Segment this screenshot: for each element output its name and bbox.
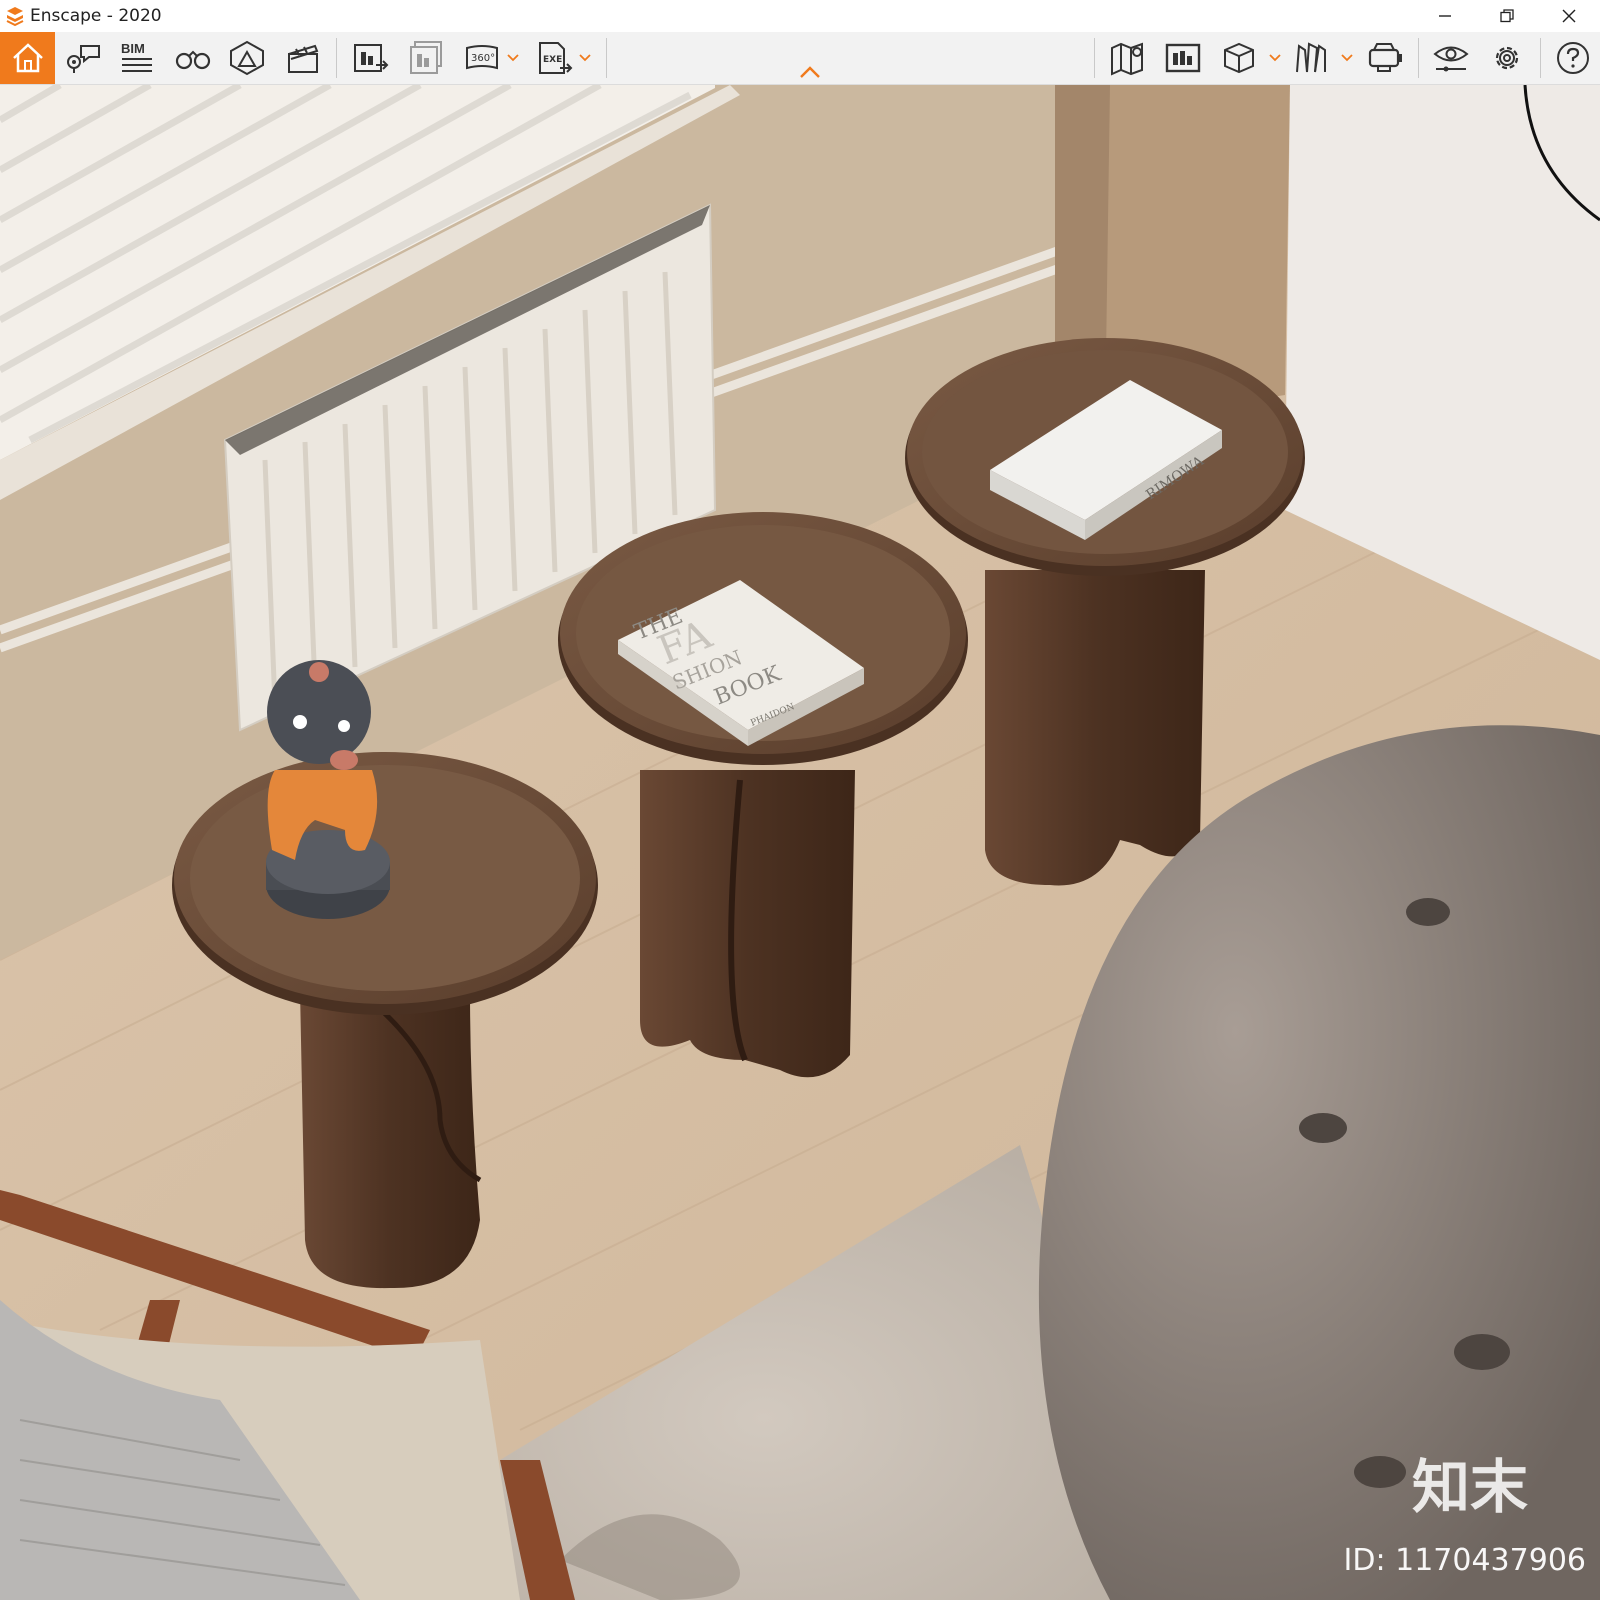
title-bar: Enscape - 2020: [0, 0, 1600, 32]
watermark-id: ID: 1170437906: [1343, 1543, 1586, 1578]
home-icon: [12, 43, 43, 73]
chevron-down-icon: [1269, 54, 1281, 62]
batch-export-icon: [410, 41, 442, 74]
help-button[interactable]: [1552, 38, 1594, 78]
exe-export-button[interactable]: EXE: [534, 38, 576, 78]
minimize-button[interactable]: [1414, 0, 1476, 32]
toolbar-separator: [336, 38, 337, 78]
enscape-logo-icon: [6, 7, 24, 27]
clapperboard-icon: [288, 44, 319, 73]
toolbar-separator: [1418, 38, 1419, 78]
panorama-360-icon: 360°: [466, 45, 498, 70]
enscape-toolbar: BIM 360° EXE: [0, 32, 1600, 85]
vr-headset-icon: [1368, 43, 1402, 72]
toolbar-separator: [1540, 38, 1541, 78]
exe-dropdown[interactable]: [578, 38, 592, 78]
material-dropdown[interactable]: [1340, 38, 1354, 78]
material-button[interactable]: [1290, 38, 1332, 78]
settings-button[interactable]: [1486, 38, 1528, 78]
chevron-down-icon: [579, 54, 591, 62]
asset-library-button[interactable]: [1162, 38, 1204, 78]
gear-icon: [1495, 46, 1519, 70]
box-dropdown[interactable]: [1268, 38, 1282, 78]
bim-label: BIM: [121, 41, 145, 56]
map-button[interactable]: [1106, 38, 1148, 78]
vr-button[interactable]: [1364, 38, 1406, 78]
views-button[interactable]: [62, 38, 104, 78]
toolbar-separator: [1094, 38, 1095, 78]
render-viewport[interactable]: RIMOWA THE FA SHION BOOK PHAIDON 知末 ID: …: [0, 85, 1600, 1600]
chevron-down-icon: [507, 54, 519, 62]
binoculars-icon: [175, 50, 211, 70]
exe-export-icon: EXE: [539, 42, 573, 74]
video-editor-button[interactable]: [282, 38, 324, 78]
screenshot-export-button[interactable]: [350, 38, 392, 78]
visual-settings-button[interactable]: [1430, 38, 1472, 78]
batch-export-button[interactable]: [406, 38, 448, 78]
restore-button[interactable]: [1476, 0, 1538, 32]
map-pin-chat-icon: [67, 45, 100, 73]
watermark-brand: 知末: [1411, 1453, 1528, 1521]
collapse-toolbar-button[interactable]: [796, 60, 824, 84]
window-controls: [1414, 0, 1600, 32]
chevron-up-icon: [800, 66, 820, 78]
render-export-icon: [354, 44, 389, 72]
cube-icon: [1224, 42, 1254, 74]
binoculars-button[interactable]: [172, 38, 214, 78]
chevron-down-icon: [1341, 54, 1353, 62]
exe-label: EXE: [543, 55, 562, 65]
panorama-dropdown[interactable]: [506, 38, 520, 78]
mountain-icon: [230, 40, 264, 76]
eye-icon: [1433, 46, 1469, 72]
material-icon: [1296, 42, 1326, 73]
panorama-label: 360°: [471, 53, 495, 64]
atmosphere-button[interactable]: [226, 38, 268, 78]
help-icon: [1557, 42, 1589, 74]
close-icon: [1562, 9, 1576, 23]
map-icon: [1111, 42, 1143, 76]
asset-library-icon: [1165, 43, 1201, 73]
window-title: Enscape - 2020: [30, 6, 162, 26]
box-button[interactable]: [1218, 38, 1260, 78]
panorama-button[interactable]: 360°: [462, 38, 504, 78]
render-scene: RIMOWA THE FA SHION BOOK PHAIDON: [0, 85, 1600, 1600]
toolbar-separator: [606, 38, 607, 78]
close-button[interactable]: [1538, 0, 1600, 32]
restore-icon: [1500, 9, 1514, 23]
home-button[interactable]: [0, 32, 55, 84]
minimize-icon: [1439, 15, 1451, 17]
